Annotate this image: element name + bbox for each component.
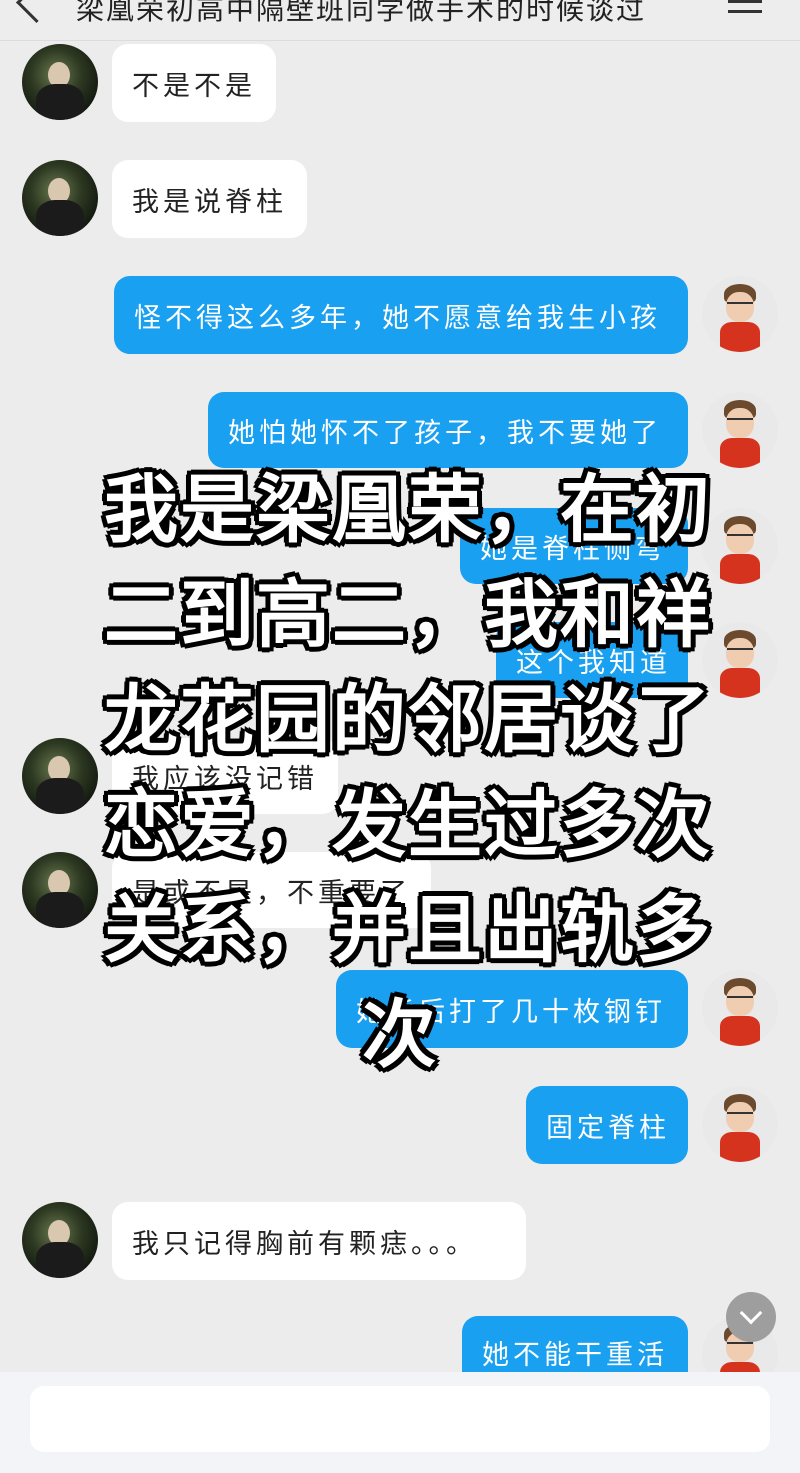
input-bar xyxy=(0,1372,800,1473)
avatar[interactable] xyxy=(702,1086,778,1162)
overlay-line: 龙花园的邻居谈了 xyxy=(104,677,712,763)
message-bubble[interactable]: 她怕她怀不了孩子，我不要她了 xyxy=(208,392,688,468)
chat-header: 梁凰荣初高中隔壁班同学做手术的时候谈过 xyxy=(0,0,800,41)
menu-icon[interactable] xyxy=(728,0,762,14)
overlay-line: 恋爱，发生过多次 xyxy=(104,782,712,868)
message-bubble[interactable]: 我是说脊柱 xyxy=(112,160,307,238)
chevron-down-icon[interactable] xyxy=(726,1292,776,1342)
avatar[interactable] xyxy=(22,44,98,120)
avatar[interactable] xyxy=(22,852,98,928)
avatar[interactable] xyxy=(702,970,778,1046)
avatar[interactable] xyxy=(702,622,778,698)
chat-title: 梁凰荣初高中隔壁班同学做手术的时候谈过 xyxy=(76,0,647,26)
back-chevron-icon[interactable] xyxy=(15,0,58,24)
overlay-caption: 我是梁凰荣，在初 二到高二，我和祥 龙花园的邻居谈了 恋爱，发生过多次 关系，并… xyxy=(104,458,712,1088)
avatar[interactable] xyxy=(22,738,98,814)
message-bubble[interactable]: 不是不是 xyxy=(112,44,276,122)
avatar[interactable] xyxy=(22,1202,98,1278)
overlay-line: 关系，并且出轨多 xyxy=(104,887,712,973)
message-input[interactable] xyxy=(30,1386,770,1452)
avatar[interactable] xyxy=(22,160,98,236)
message-bubble[interactable]: 怪不得这么多年，她不愿意给我生小孩 xyxy=(114,276,688,354)
avatar[interactable] xyxy=(702,508,778,584)
overlay-line: 二到高二，我和祥 xyxy=(104,572,712,658)
message-bubble[interactable]: 我只记得胸前有颗痣。。。 xyxy=(112,1202,526,1280)
overlay-line: 我是梁凰荣，在初 xyxy=(104,467,712,553)
avatar[interactable] xyxy=(702,392,778,468)
message-bubble[interactable]: 固定脊柱 xyxy=(526,1086,688,1164)
overlay-line: 次 xyxy=(362,992,438,1078)
avatar[interactable] xyxy=(702,276,778,352)
